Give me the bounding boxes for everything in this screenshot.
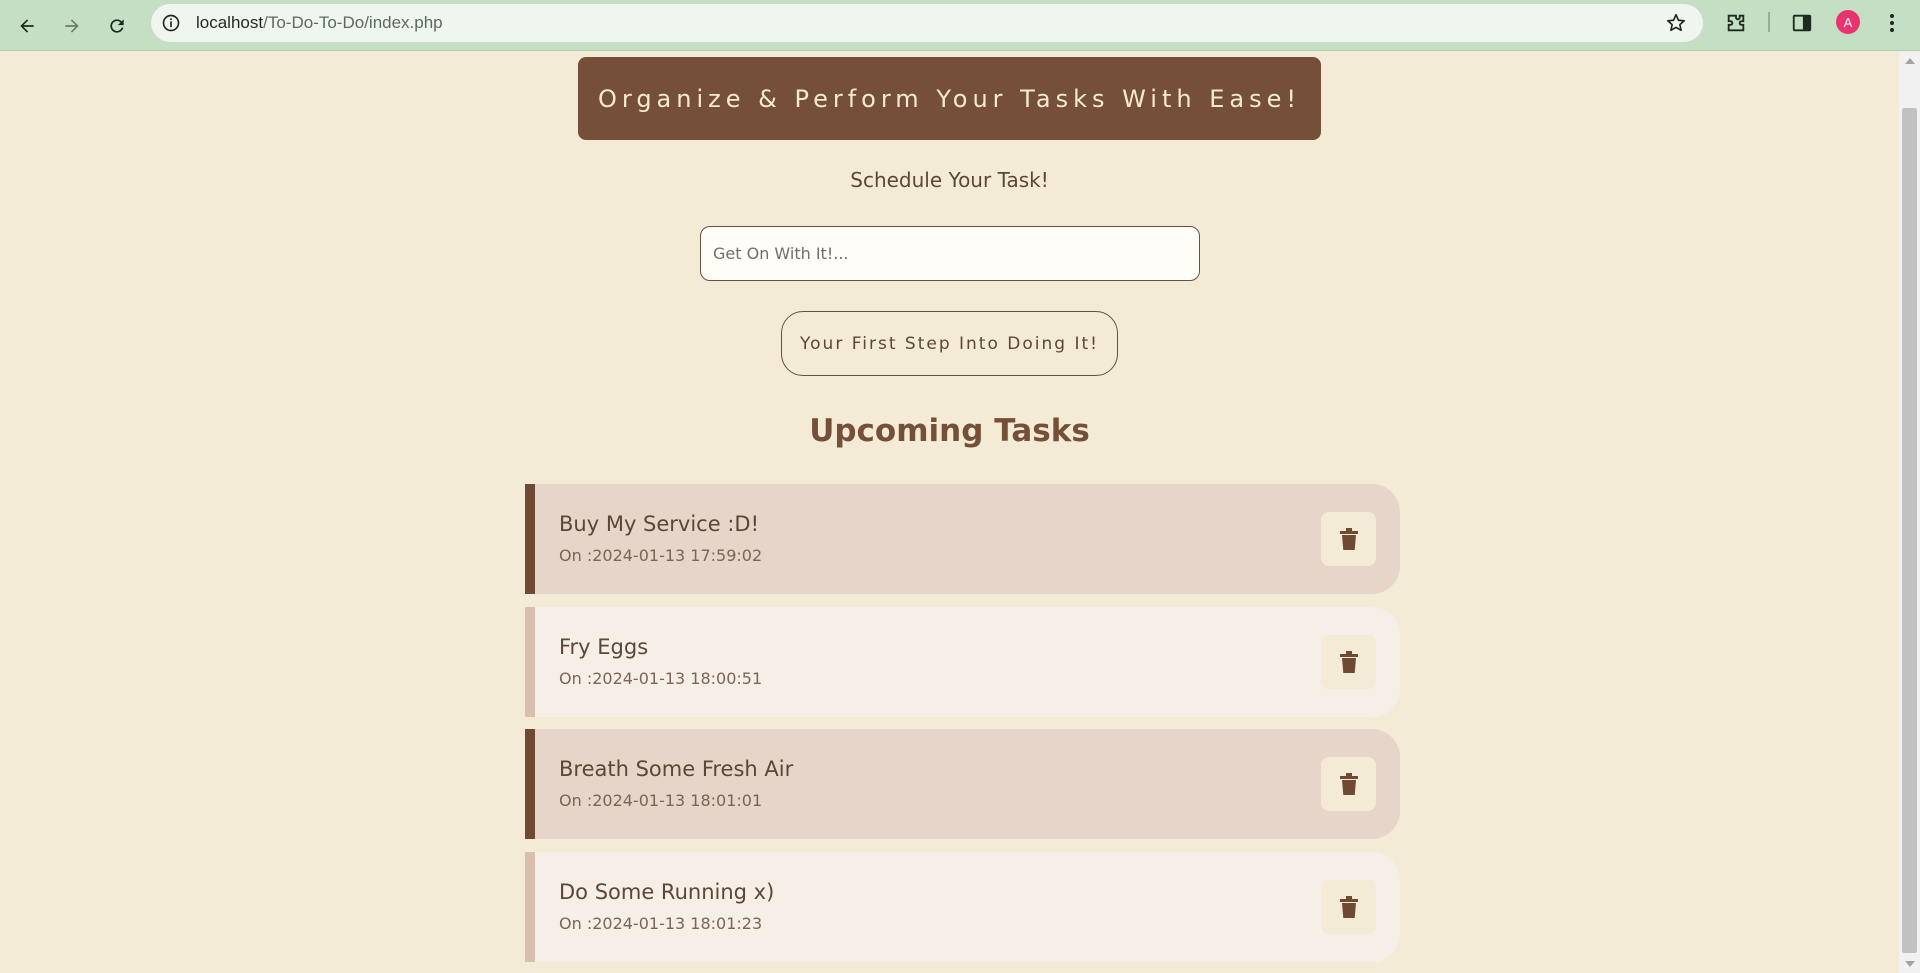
address-bar[interactable]: localhost/To-Do-To-Do/index.php — [151, 4, 1703, 42]
task-name: Buy My Service :D! — [559, 512, 759, 536]
back-button[interactable] — [9, 8, 45, 44]
add-task-button[interactable]: Your First Step Into Doing It! — [781, 311, 1118, 376]
task-name: Do Some Running x) — [559, 880, 775, 904]
trash-icon — [1339, 773, 1358, 795]
browser-toolbar: localhost/To-Do-To-Do/index.php A — [0, 0, 1920, 51]
task-item: Fry Eggs On :2024-01-13 18:00:51 — [525, 607, 1400, 717]
extensions-icon — [1727, 14, 1745, 32]
menu-button[interactable] — [1879, 10, 1905, 36]
task-name: Fry Eggs — [559, 635, 649, 659]
trash-icon — [1339, 528, 1358, 550]
info-icon[interactable] — [161, 13, 181, 33]
task-input[interactable] — [700, 226, 1200, 281]
delete-task-button[interactable] — [1321, 635, 1376, 689]
reload-icon — [110, 19, 124, 33]
task-date: On :2024-01-13 18:00:51 — [559, 669, 763, 688]
upcoming-tasks-heading: Upcoming Tasks — [809, 413, 1090, 449]
scrollbar-thumb[interactable] — [1902, 108, 1917, 953]
url-text: localhost/To-Do-To-Do/index.php — [196, 13, 443, 32]
delete-task-button[interactable] — [1321, 757, 1376, 811]
task-date: On :2024-01-13 18:01:01 — [559, 791, 763, 810]
profile-avatar[interactable]: A — [1836, 10, 1860, 34]
task-date: On :2024-01-13 17:59:02 — [559, 546, 763, 565]
task-date: On :2024-01-13 18:01:23 — [559, 914, 763, 933]
header-banner: Organize & Perform Your Tasks With Ease! — [578, 57, 1321, 140]
trash-icon — [1339, 651, 1358, 673]
reload-button[interactable] — [99, 8, 135, 44]
back-icon — [20, 19, 34, 33]
delete-task-button[interactable] — [1321, 880, 1376, 934]
side-panel-button[interactable] — [1789, 10, 1815, 36]
task-name: Breath Some Fresh Air — [559, 757, 794, 781]
page-scrollbar[interactable] — [1899, 52, 1920, 973]
task-item: Do Some Running x) On :2024-01-13 18:01:… — [525, 852, 1400, 962]
schedule-subtitle: Schedule Your Task! — [850, 168, 1049, 192]
banner-text: Organize & Perform Your Tasks With Ease! — [597, 84, 1301, 113]
scroll-up-arrow[interactable] — [1905, 58, 1915, 64]
extensions-button[interactable] — [1723, 10, 1749, 36]
side-panel-icon — [1792, 14, 1812, 32]
trash-icon — [1339, 896, 1358, 918]
menu-icon — [1890, 14, 1894, 32]
star-icon[interactable] — [1665, 12, 1687, 34]
toolbar-divider — [1768, 12, 1770, 32]
task-item: Buy My Service :D! On :2024-01-13 17:59:… — [525, 484, 1400, 594]
forward-icon — [65, 19, 79, 33]
delete-task-button[interactable] — [1321, 512, 1376, 566]
scroll-down-arrow[interactable] — [1905, 961, 1915, 967]
forward-button[interactable] — [54, 8, 90, 44]
task-item: Breath Some Fresh Air On :2024-01-13 18:… — [525, 729, 1400, 839]
